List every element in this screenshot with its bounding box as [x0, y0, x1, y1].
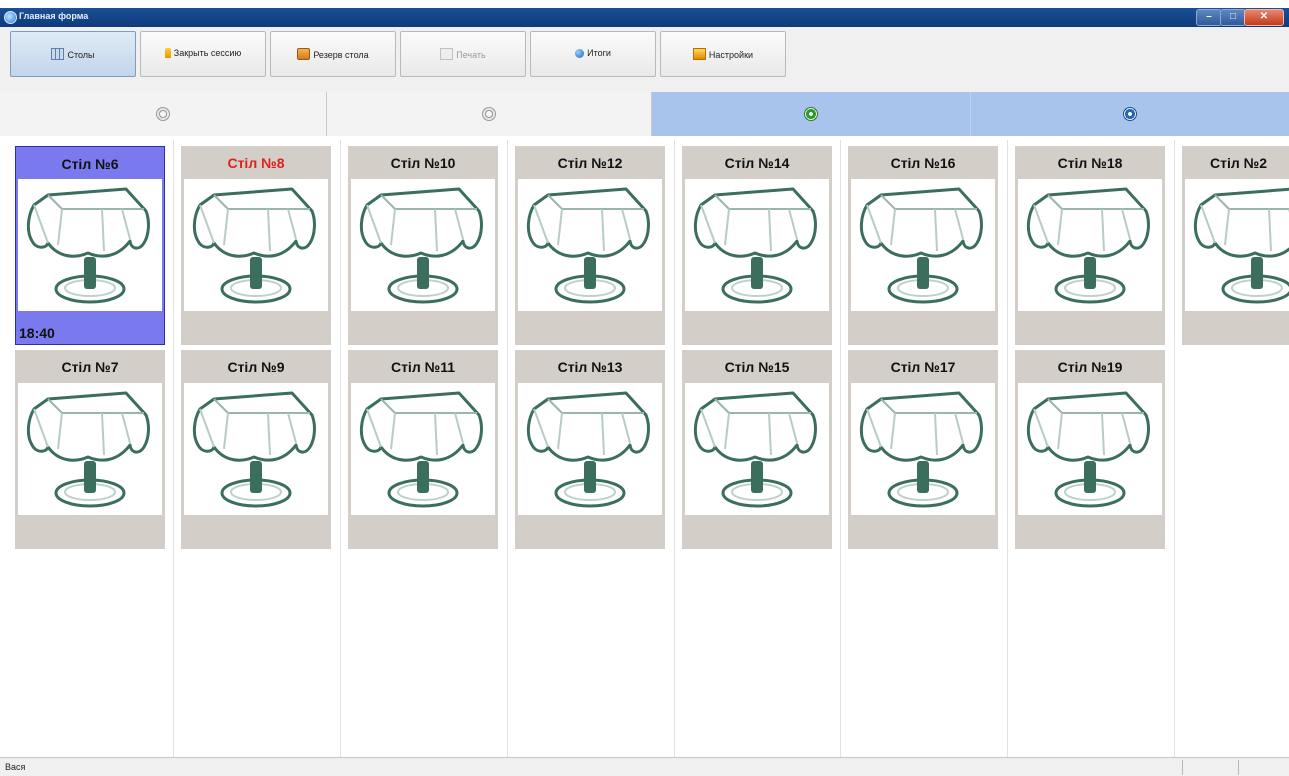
- table-card[interactable]: Стіл №15: [682, 350, 832, 549]
- table-card[interactable]: Стіл №9: [181, 350, 331, 549]
- table-name: Стіл №14: [724, 155, 790, 171]
- column-divider: [507, 140, 508, 757]
- table-name: Стіл №7: [61, 359, 119, 375]
- column-divider: [1174, 140, 1175, 757]
- minimize-icon: –: [1206, 11, 1212, 22]
- status-user: Вася: [5, 762, 26, 772]
- candle-icon: [164, 48, 171, 58]
- totals-button-label: Итоги: [587, 48, 611, 58]
- hall-tab-3[interactable]: [652, 92, 971, 136]
- table-card[interactable]: Стіл №18: [1015, 146, 1165, 345]
- print-button[interactable]: Печать: [400, 31, 526, 77]
- table-card[interactable]: Стіл №11: [348, 350, 498, 549]
- tables-board: Стіл №6 18:40 Стіл №8 Стіл №10 Стіл №12 …: [0, 140, 1289, 757]
- column-divider: [840, 140, 841, 757]
- table-name: Стіл №18: [1057, 155, 1123, 171]
- table-card[interactable]: Стіл №8: [181, 146, 331, 345]
- minimize-button[interactable]: –: [1196, 9, 1222, 26]
- reserve-table-button[interactable]: Резерв стола: [270, 31, 396, 77]
- table-icon: [184, 179, 328, 311]
- table-card[interactable]: Стіл №10: [348, 146, 498, 345]
- table-icon: [518, 179, 662, 311]
- status-separator: [1182, 760, 1183, 775]
- title-bar: Главная форма – □ ✕: [0, 8, 1289, 27]
- settings-button-label: Настройки: [708, 50, 754, 60]
- table-card[interactable]: Стіл №7: [15, 350, 165, 549]
- table-icon: [184, 383, 328, 515]
- close-session-button[interactable]: Закрыть сессию: [140, 31, 266, 77]
- table-time: 18:40: [19, 325, 55, 341]
- hall-tab-4[interactable]: [971, 92, 1289, 136]
- close-button[interactable]: ✕: [1244, 9, 1284, 26]
- table-card[interactable]: Стіл №2: [1182, 146, 1289, 345]
- table-name: Стіл №8: [227, 155, 285, 171]
- table-icon: [685, 179, 829, 311]
- hall-tab-1[interactable]: [0, 92, 327, 136]
- toolbar: Столы Закрыть сессию Резерв стола Печать…: [0, 27, 1289, 93]
- hall-tabs: [0, 92, 1289, 136]
- table-card[interactable]: Стіл №19: [1015, 350, 1165, 549]
- table-name: Стіл №6: [61, 156, 119, 172]
- table-icon: [685, 383, 829, 515]
- column-divider: [340, 140, 341, 757]
- print-icon: [440, 48, 454, 60]
- table-name: Стіл №16: [890, 155, 956, 171]
- maximize-icon: □: [1229, 11, 1237, 22]
- column-divider: [1007, 140, 1008, 757]
- table-name: Стіл №17: [890, 359, 956, 375]
- table-icon: [518, 383, 662, 515]
- reserve-table-button-label: Резерв стола: [313, 50, 369, 60]
- settings-icon: [692, 48, 706, 60]
- status-bar: Вася: [0, 757, 1289, 776]
- reserve-icon: [297, 48, 311, 60]
- table-icon: [18, 179, 162, 311]
- table-name: Стіл №19: [1057, 359, 1123, 375]
- table-name: Стіл №12: [557, 155, 623, 171]
- table-icon: [851, 179, 995, 311]
- table-card[interactable]: Стіл №16: [848, 146, 998, 345]
- table-card[interactable]: Стіл №12: [515, 146, 665, 345]
- column-divider: [173, 140, 174, 757]
- tables-button[interactable]: Столы: [10, 31, 136, 77]
- table-name: Стіл №2: [1210, 155, 1268, 171]
- copyright-icon: [156, 107, 170, 121]
- maximize-button[interactable]: □: [1220, 9, 1246, 26]
- app-icon: [4, 11, 17, 24]
- refresh-icon: [1123, 107, 1137, 121]
- window-title: Главная форма: [19, 11, 89, 21]
- table-icon: [1018, 179, 1162, 311]
- table-icon: [1018, 383, 1162, 515]
- print-button-label: Печать: [456, 50, 486, 60]
- window-controls: – □ ✕: [1196, 9, 1284, 26]
- column-divider: [674, 140, 675, 757]
- table-name: Стіл №9: [227, 359, 285, 375]
- tables-icon: [51, 48, 65, 60]
- table-icon: [351, 179, 495, 311]
- table-name: Стіл №15: [724, 359, 790, 375]
- hall-tab-2[interactable]: [327, 92, 652, 136]
- play-icon: [804, 107, 818, 121]
- tables-button-label: Столы: [67, 50, 95, 60]
- totals-button[interactable]: Итоги: [530, 31, 656, 77]
- status-separator: [1238, 760, 1239, 775]
- settings-button[interactable]: Настройки: [660, 31, 786, 77]
- table-icon: [351, 383, 495, 515]
- globe-icon: [575, 49, 585, 58]
- table-name: Стіл №10: [390, 155, 456, 171]
- table-card[interactable]: Стіл №14: [682, 146, 832, 345]
- table-icon: [1185, 179, 1289, 311]
- table-name: Стіл №13: [557, 359, 623, 375]
- table-card[interactable]: Стіл №13: [515, 350, 665, 549]
- record-icon: [482, 107, 496, 121]
- close-session-button-label: Закрыть сессию: [173, 48, 242, 58]
- table-icon: [851, 383, 995, 515]
- table-name: Стіл №11: [390, 359, 456, 375]
- table-icon: [18, 383, 162, 515]
- close-icon: ✕: [1259, 11, 1269, 22]
- table-card[interactable]: Стіл №6 18:40: [15, 146, 165, 345]
- table-card[interactable]: Стіл №17: [848, 350, 998, 549]
